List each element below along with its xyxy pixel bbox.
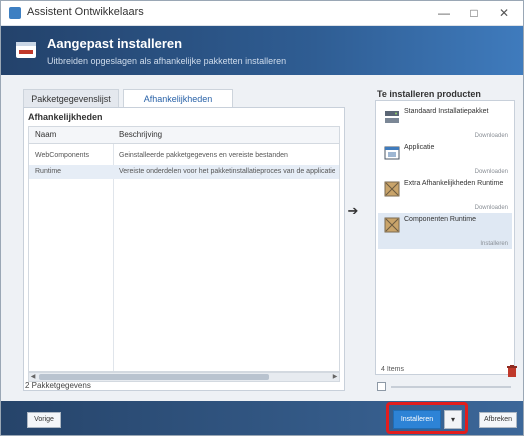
- product-name: Applicatie: [404, 144, 435, 151]
- product-status: Installeren: [480, 241, 508, 247]
- option-checkbox[interactable]: [377, 382, 386, 391]
- product-status: Downloaden: [474, 169, 508, 175]
- title-bar: Assistent Ontwikkelaars — □ ✕: [1, 1, 523, 26]
- cancel-button[interactable]: Afbreken: [479, 412, 517, 428]
- window-title: Assistent Ontwikkelaars: [27, 6, 144, 18]
- product-status: Downloaden: [474, 133, 508, 139]
- list-item[interactable]: Componenten Runtime Installeren: [378, 213, 512, 249]
- row-description: Geinstalleerde pakketgegevens en vereist…: [119, 152, 288, 159]
- install-highlight-outline: [386, 402, 468, 434]
- list-item[interactable]: Applicatie Downloaden: [378, 141, 512, 177]
- products-count: 4 Items: [381, 366, 404, 373]
- installer-window: Assistent Ontwikkelaars — □ ✕ Aangepast …: [0, 0, 524, 436]
- installer-icon: [16, 42, 36, 58]
- product-name: Standaard Installatiepakket: [404, 108, 489, 115]
- arrow-right-icon: ➔: [347, 203, 359, 218]
- scroll-right-icon[interactable]: ▶: [331, 373, 339, 381]
- dependencies-grid: Naam Beschrijving WebComponents Geinstal…: [28, 126, 340, 372]
- list-item[interactable]: Extra Afhankelijkheden Runtime Downloade…: [378, 177, 512, 213]
- table-row[interactable]: WebComponents Geinstalleerde pakketgegev…: [29, 149, 339, 163]
- product-name: Extra Afhankelijkheden Runtime: [404, 180, 504, 187]
- grid-header: Naam Beschrijving: [29, 127, 339, 144]
- table-row[interactable]: Runtime Vereiste onderdelen voor het pak…: [29, 165, 339, 179]
- back-button[interactable]: Vorige: [27, 412, 61, 428]
- server-icon: [385, 111, 399, 123]
- list-item[interactable]: Standaard Installatiepakket Downloaden: [378, 105, 512, 141]
- section-title: Afhankelijkheden: [28, 112, 103, 122]
- tab-package-list[interactable]: Pakketgegevenslijst: [23, 89, 119, 107]
- option-divider: [391, 386, 511, 388]
- option-checkbox-row[interactable]: [377, 381, 517, 393]
- products-list: Standaard Installatiepakket Downloaden A…: [375, 100, 515, 375]
- product-status: Downloaden: [474, 205, 508, 211]
- products-title: Te installeren producten: [377, 89, 481, 99]
- dependencies-count: 2 Pakketgegevens: [25, 381, 91, 390]
- page-subtitle: Uitbreiden opgeslagen als afhankelijke p…: [47, 56, 287, 66]
- column-header-description[interactable]: Beschrijving: [119, 130, 162, 139]
- minimize-button[interactable]: —: [429, 3, 459, 23]
- header-banner: Aangepast installeren Uitbreiden opgesla…: [1, 26, 523, 75]
- tab-dependencies[interactable]: Afhankelijkheden: [123, 89, 233, 107]
- app-icon: [9, 7, 21, 19]
- app-window-icon: [384, 146, 400, 160]
- product-name: Componenten Runtime: [404, 216, 476, 223]
- package-icon: [384, 181, 400, 197]
- column-divider: [113, 127, 114, 371]
- products-footer: 4 Items: [377, 365, 517, 379]
- row-description: Vereiste onderdelen voor het pakketinsta…: [119, 168, 335, 175]
- package-icon: [384, 217, 400, 233]
- scroll-left-icon[interactable]: ◀: [29, 373, 37, 381]
- row-name: WebComponents: [35, 152, 89, 159]
- trash-icon[interactable]: [507, 365, 517, 377]
- scrollbar-thumb[interactable]: [39, 374, 269, 380]
- row-name: Runtime: [35, 168, 62, 175]
- close-button[interactable]: ✕: [489, 3, 519, 23]
- column-header-name[interactable]: Naam: [35, 130, 56, 139]
- maximize-button[interactable]: □: [459, 3, 489, 23]
- page-title: Aangepast installeren: [47, 36, 183, 51]
- dependencies-panel: Afhankelijkheden Naam Beschrijving WebCo…: [23, 107, 345, 391]
